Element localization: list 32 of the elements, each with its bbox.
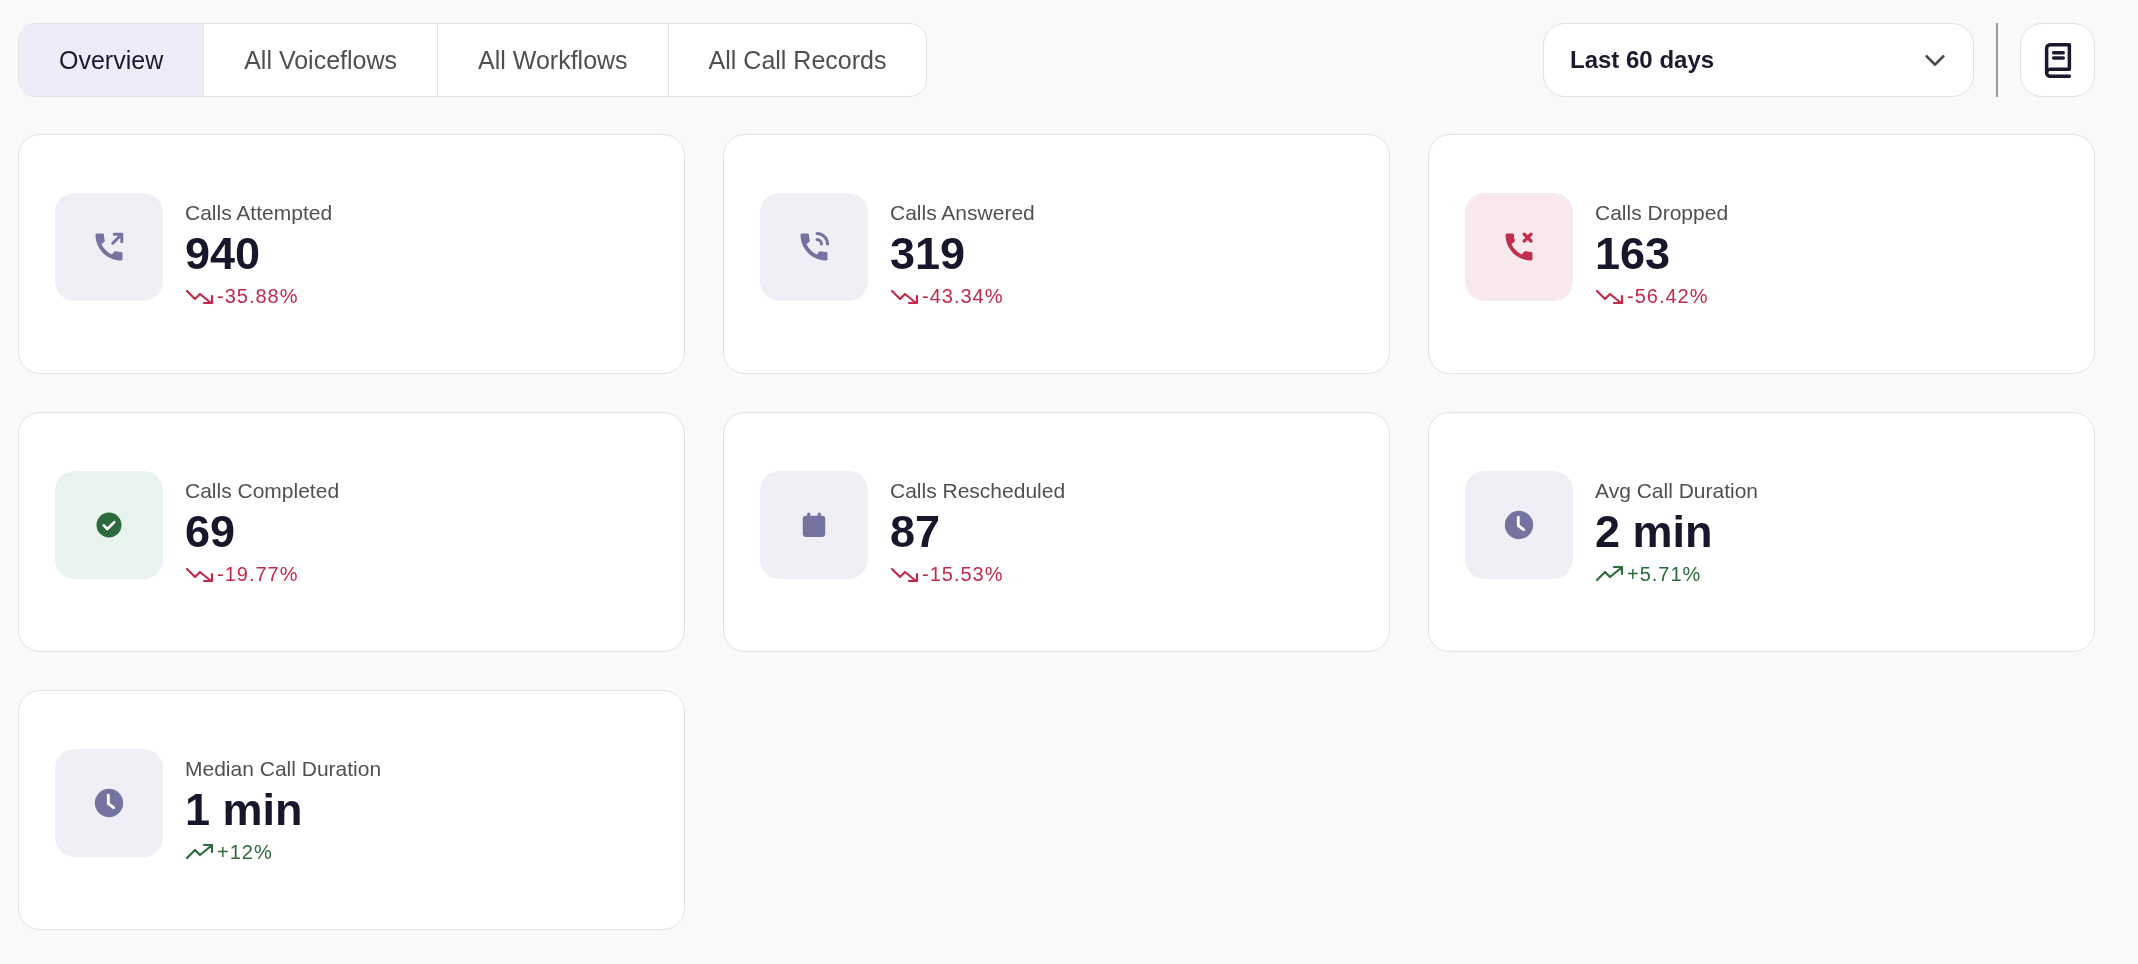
- book-icon: [2043, 42, 2072, 78]
- metric-value: 940: [185, 228, 261, 280]
- chevron-down-icon: [1925, 54, 1945, 66]
- metric-title: Calls Attempted: [185, 200, 333, 226]
- phone-waves-icon: [760, 193, 868, 301]
- date-range-dropdown[interactable]: Last 60 days: [1543, 23, 1974, 97]
- metric-title: Calls Answered: [890, 200, 1035, 226]
- metric-value: 2 min: [1595, 506, 1713, 558]
- metric-value: 87: [890, 506, 941, 558]
- book-button[interactable]: [2020, 23, 2095, 97]
- tab[interactable]: Overview: [19, 24, 204, 96]
- clock-icon: [1465, 471, 1573, 579]
- change-percentage: +5.71%: [1627, 562, 1702, 586]
- change-percentage: -19.77%: [217, 562, 299, 586]
- calendar-icon: [760, 471, 868, 579]
- metric-value: 319: [890, 228, 966, 280]
- metric-title: Calls Dropped: [1595, 200, 1729, 226]
- metric-value: 1 min: [185, 784, 303, 836]
- metric-title: Calls Completed: [185, 478, 340, 504]
- metric-value: 163: [1595, 228, 1671, 280]
- phone-x-icon: [1465, 193, 1573, 301]
- change-percentage: +12%: [217, 840, 273, 864]
- metric-value: 69: [185, 506, 236, 558]
- metric-title: Avg Call Duration: [1595, 478, 1759, 504]
- change-percentage: -56.42%: [1627, 284, 1709, 308]
- metric-title: Calls Rescheduled: [890, 478, 1066, 504]
- change-percentage: -43.34%: [922, 284, 1004, 308]
- change-percentage: -35.88%: [217, 284, 299, 308]
- metric-title: Median Call Duration: [185, 756, 382, 782]
- clock-icon: [55, 749, 163, 857]
- tab[interactable]: All Call Records: [667, 24, 927, 96]
- change-percentage: -15.53%: [922, 562, 1004, 586]
